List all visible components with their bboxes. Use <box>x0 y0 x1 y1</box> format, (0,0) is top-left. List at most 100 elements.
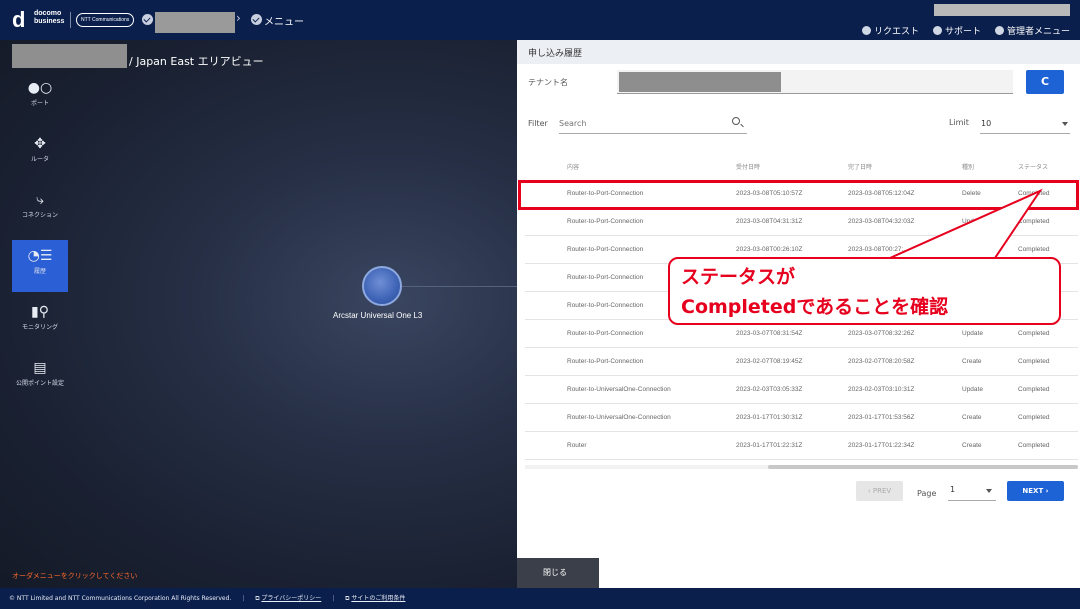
area-map-view <box>0 40 517 588</box>
sidebar-item-router[interactable]: ✥ ルータ <box>12 128 68 180</box>
sidebar-item-port[interactable]: ●○ ポート <box>12 72 68 124</box>
page-select[interactable]: 1 <box>948 481 996 501</box>
search-input[interactable] <box>559 114 747 134</box>
table-cell: Completed <box>1018 386 1050 393</box>
docomo-logo: d <box>12 7 26 32</box>
table-cell: 2023-02-03T03:10:31Z <box>848 386 915 393</box>
table-cell: 2023-03-08T04:32:03Z <box>848 218 915 225</box>
table-cell: 2023-02-07T08:20:58Z <box>848 358 915 365</box>
order-menu-hint: オーダメニューをクリックしてください <box>12 572 138 580</box>
table-row[interactable]: Router 2023-01-17T01:22:31Z 2023-01-17T01:… <box>525 432 1078 460</box>
table-cell: 2023-02-07T08:19:45Z <box>736 358 803 365</box>
history-icon: ◔☰ <box>27 248 53 264</box>
filter-label: Filter <box>528 119 548 128</box>
panel-title: 申し込み履歴 <box>528 49 583 59</box>
area-view-title: / Japan East エリアビュー <box>129 55 264 68</box>
bell-icon <box>861 26 871 35</box>
tenant-name-field[interactable] <box>617 70 1013 94</box>
page-label: Page <box>917 489 937 498</box>
prev-page-button[interactable]: ‹ PREV <box>856 481 903 501</box>
table-cell: Router <box>567 442 587 449</box>
refresh-button[interactable]: C <box>1026 70 1064 94</box>
table-cell: Completed <box>1018 442 1050 449</box>
column-header: 受付日時 <box>736 164 761 171</box>
footer: © NTT Limited and NTT Communications Cor… <box>0 588 1080 609</box>
table-cell: Completed <box>1018 414 1050 421</box>
table-cell: 2023-03-08T00:26:10Z <box>736 246 803 253</box>
docomo-business-logo-text: docomo business <box>34 10 65 25</box>
table-cell: Update <box>962 218 983 225</box>
table-header: 内容 受付日時 完了日時 種別 ステータス <box>517 154 1080 180</box>
redacted-user-name <box>934 4 1070 16</box>
sidebar-item-connection[interactable]: ⤷ コネクション <box>12 184 68 236</box>
connection-line <box>402 286 517 287</box>
table-cell: Router-to-Port-Connection <box>567 358 644 365</box>
support-link[interactable]: サポート <box>932 24 981 37</box>
check-circle-icon <box>251 14 262 25</box>
table-cell: Completed <box>1018 218 1050 225</box>
breadcrumb-menu[interactable]: メニュー <box>264 13 304 28</box>
annotation-callout: ステータスが Completedであることを確認 <box>668 257 1061 325</box>
external-link-icon: ⧉ <box>345 595 350 602</box>
universal-one-node-label: Arcstar Universal One L3 <box>333 311 423 320</box>
sidebar-item-monitoring[interactable]: ▮⚲ モニタリング <box>12 296 68 348</box>
column-header: ステータス <box>1018 164 1049 171</box>
logo-divider <box>70 12 71 28</box>
table-cell: Completed <box>1018 358 1050 365</box>
horizontal-scrollbar[interactable] <box>525 465 1078 469</box>
table-cell: 2023-01-17T01:22:34Z <box>848 442 915 449</box>
admin-menu-link[interactable]: 管理者メニュー <box>994 24 1070 37</box>
universal-one-node-icon[interactable] <box>362 266 402 306</box>
table-cell: 2023-01-17T01:53:56Z <box>848 414 915 421</box>
request-link[interactable]: リクエスト <box>861 24 919 37</box>
scrollbar-thumb[interactable] <box>768 465 1078 469</box>
check-circle-icon <box>142 14 153 25</box>
callout-line-2: Completedであることを確認 <box>681 296 949 318</box>
sidebar-item-history[interactable]: ◔☰ 履歴 <box>12 240 68 292</box>
table-cell: 2023-03-07T08:32:26Z <box>848 330 915 337</box>
column-header: 完了日時 <box>848 164 873 171</box>
table-row[interactable]: Router-to-UniversalOne-Connection 2023-01… <box>525 404 1078 432</box>
table-cell: 2023-03-07T08:31:54Z <box>736 330 803 337</box>
help-icon <box>932 26 942 35</box>
table-cell: Router-to-Port-Connection <box>567 330 644 337</box>
privacy-policy-link[interactable]: プライバシーポリシー <box>261 595 321 602</box>
table-cell: Router-to-UniversalOne-Connection <box>567 414 671 421</box>
table-row[interactable]: Router-to-Port-Connection 2023-02-07T08:1… <box>525 348 1078 376</box>
footer-divider: | <box>242 595 245 602</box>
panel-header: 申し込み履歴 <box>517 40 1080 64</box>
close-button[interactable]: 閉じる <box>517 558 599 588</box>
router-icon: ✥ <box>34 136 46 152</box>
connection-icon: ⤷ <box>36 192 44 208</box>
terms-of-use-link[interactable]: サイトのご利用条件 <box>351 595 405 602</box>
column-header: 種別 <box>962 164 975 171</box>
table-cell: Router-to-Port-Connection <box>567 218 644 225</box>
sidebar-item-public-point[interactable]: ▤ 公開ポイント設定 <box>12 352 68 404</box>
callout-line-1: ステータスが <box>681 266 796 288</box>
table-row[interactable]: Router-to-Port-Connection 2023-03-08T04:3… <box>525 208 1078 236</box>
redacted-tenant-name <box>12 44 127 68</box>
redacted-tenant-value <box>619 72 781 92</box>
table-cell: Create <box>962 358 982 365</box>
tenant-name-label: テナント名 <box>528 78 568 87</box>
top-header: d docomo business NTT Communications › メニ… <box>0 0 1080 40</box>
search-icon[interactable] <box>732 117 740 125</box>
table-cell: Completed <box>1018 246 1050 253</box>
footer-divider: | <box>332 595 335 602</box>
sidebar-nav: ●○ ポート ✥ ルータ ⤷ コネクション ◔☰ 履歴 ▮⚲ モニタリング ▤ … <box>12 72 68 408</box>
limit-select[interactable]: 10 <box>980 114 1070 134</box>
table-cell: 2023-03-08T00:27:... <box>848 246 909 253</box>
table-cell: Create <box>962 414 982 421</box>
table-cell: 2023-03-08T04:31:31Z <box>736 218 803 225</box>
ntt-communications-logo: NTT Communications <box>76 13 134 27</box>
table-cell: Update <box>962 330 983 337</box>
next-page-button[interactable]: NEXT › <box>1007 481 1064 501</box>
chevron-down-icon <box>1062 122 1068 126</box>
chevron-down-icon <box>986 489 992 493</box>
table-cell: Router-to-Port-Connection <box>567 246 644 253</box>
table-cell: Router-to-UniversalOne-Connection <box>567 386 671 393</box>
chevron-right-icon: › <box>236 11 241 25</box>
table-row[interactable]: Router-to-UniversalOne-Connection 2023-02… <box>525 376 1078 404</box>
redacted-tenant-crumb[interactable] <box>155 12 235 33</box>
gear-icon <box>994 26 1004 35</box>
